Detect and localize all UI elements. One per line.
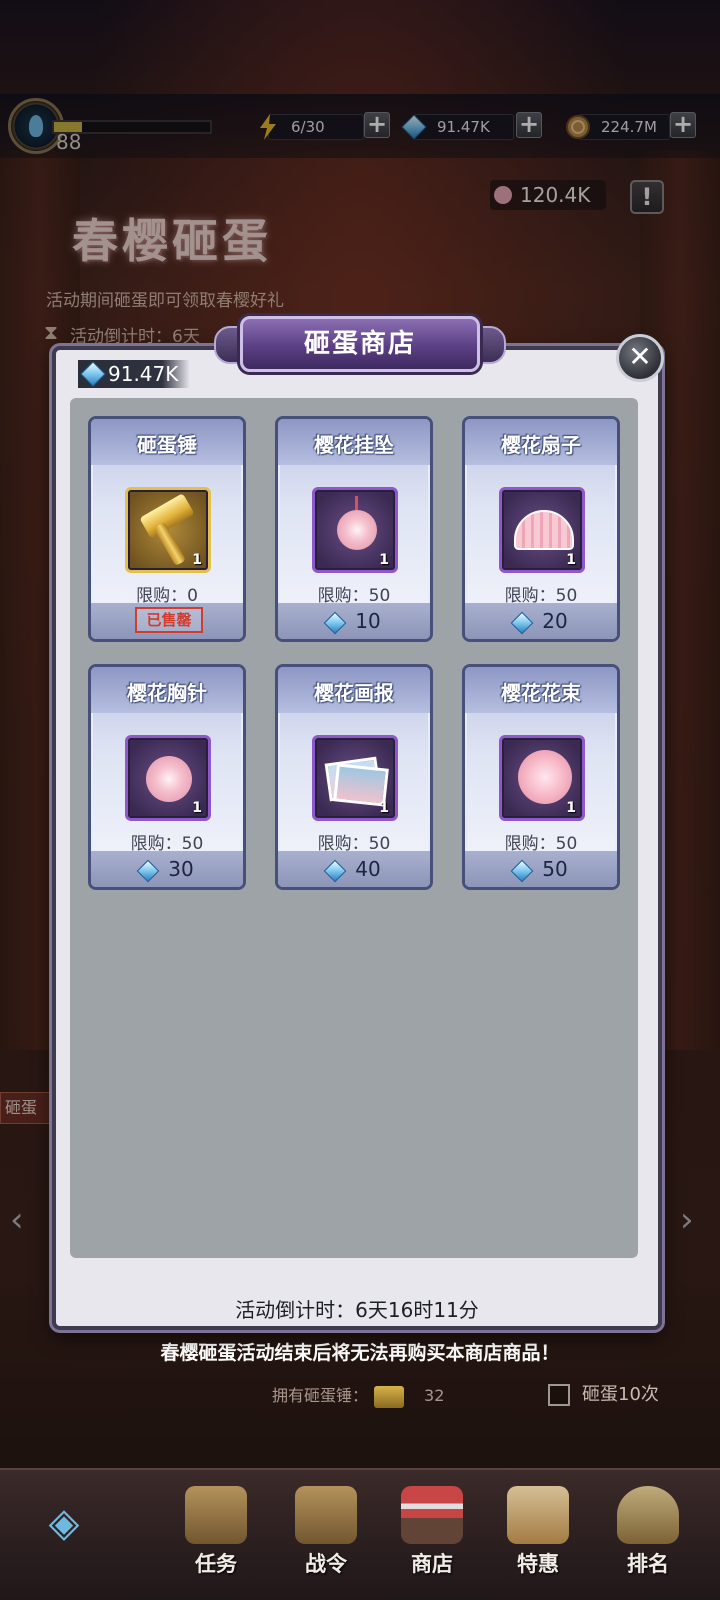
item-quantity: 1 <box>192 552 202 568</box>
smash-10-toggle[interactable]: 砸蛋10次 <box>548 1380 659 1406</box>
smash-10-checkbox[interactable] <box>548 1384 570 1406</box>
nav-item-shop[interactable]: 商店 <box>382 1480 482 1580</box>
sakura-bouquet-icon: 1 <box>499 735 585 821</box>
shop-icon <box>401 1486 463 1544</box>
diamond-icon <box>323 859 347 882</box>
sakura-brooch-icon: 1 <box>125 735 211 821</box>
sakura-poster-icon: 1 <box>312 735 398 821</box>
trophy-icon <box>617 1486 679 1544</box>
gold-hammer-icon: 1 <box>125 487 211 573</box>
item-name: 樱花挂坠 <box>314 433 394 457</box>
nav-item-deals[interactable]: 特惠 <box>488 1480 588 1580</box>
item-quantity: 1 <box>566 552 576 568</box>
item-name: 樱花花束 <box>501 681 581 705</box>
diamond-icon <box>510 859 534 882</box>
home-logo-icon[interactable]: ◈ <box>18 1495 110 1551</box>
item-name: 樱花扇子 <box>501 433 581 457</box>
scroll-icon <box>185 1486 247 1544</box>
hammer-icon <box>374 1385 405 1408</box>
item-quantity: 1 <box>566 800 576 816</box>
shop-title: 砸蛋商店 <box>240 316 480 372</box>
shop-item-card[interactable]: 樱花花束 1 限购：50 50 <box>462 664 620 890</box>
hammer-icon <box>295 1486 357 1544</box>
nav-item-ranking[interactable]: 排名 <box>598 1480 698 1580</box>
nav-item-tasks[interactable]: 任务 <box>166 1480 266 1580</box>
nav-label: 任务 <box>195 1552 237 1576</box>
diamond-icon <box>136 859 160 882</box>
nav-label: 战令 <box>305 1552 347 1576</box>
item-name: 樱花胸针 <box>127 681 207 705</box>
owned-hammer-label: 拥有砸蛋锤： <box>272 1386 369 1405</box>
item-name: 樱花画报 <box>314 681 394 705</box>
item-price[interactable]: 40 <box>278 857 430 882</box>
shop-notice: 春樱砸蛋活动结束后将无法再购买本商店商品！ <box>160 1342 560 1364</box>
shop-item-card[interactable]: 樱花扇子 1 限购：50 20 <box>462 416 620 642</box>
nav-label: 商店 <box>411 1552 453 1576</box>
item-price[interactable]: 20 <box>465 609 617 634</box>
item-name: 砸蛋锤 <box>137 433 197 457</box>
shop-balance-value: 91.47K <box>108 362 179 386</box>
diamond-icon <box>510 611 534 634</box>
shop-item-card[interactable]: 砸蛋锤 1 限购：0 已售罄 <box>88 416 246 642</box>
item-price[interactable]: 30 <box>91 857 243 882</box>
smash-10-label: 砸蛋10次 <box>582 1384 659 1405</box>
shop-diamond-balance: 91.47K <box>78 360 190 388</box>
diamond-icon <box>323 611 347 634</box>
nav-label: 特惠 <box>517 1552 559 1576</box>
diamond-icon <box>80 361 106 387</box>
sold-out-stamp: 已售罄 <box>135 607 203 633</box>
close-button[interactable]: ✕ <box>616 334 664 382</box>
shop-item-card[interactable]: 樱花画报 1 限购：50 40 <box>275 664 433 890</box>
nav-label: 排名 <box>627 1552 669 1576</box>
item-price[interactable]: 10 <box>278 609 430 634</box>
sakura-pendant-icon: 1 <box>312 487 398 573</box>
nav-item-battlepass[interactable]: 战令 <box>276 1480 376 1580</box>
item-price[interactable]: 50 <box>465 857 617 882</box>
gift-icon <box>507 1486 569 1544</box>
item-quantity: 1 <box>192 800 202 816</box>
item-quantity: 1 <box>379 800 389 816</box>
shop-item-card[interactable]: 樱花挂坠 1 限购：50 10 <box>275 416 433 642</box>
shop-countdown: 活动倒计时：6天16时11分 <box>235 1298 479 1322</box>
owned-hammer-count: 32 <box>424 1386 445 1405</box>
sakura-fan-icon: 1 <box>499 487 585 573</box>
item-quantity: 1 <box>379 552 389 568</box>
shop-item-card[interactable]: 樱花胸针 1 限购：50 30 <box>88 664 246 890</box>
owned-hammer-info: 拥有砸蛋锤： 32 <box>272 1382 444 1408</box>
